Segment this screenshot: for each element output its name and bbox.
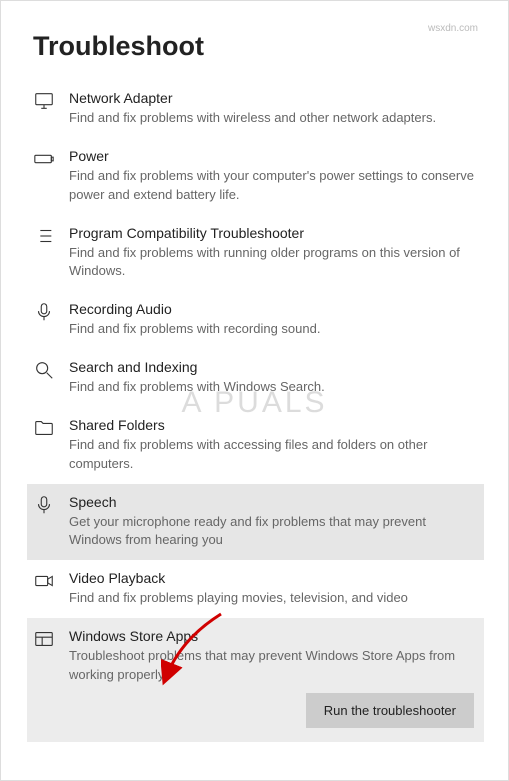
run-troubleshooter-button[interactable]: Run the troubleshooter — [306, 693, 474, 728]
battery-icon — [33, 148, 55, 175]
troubleshooter-recording-audio[interactable]: Recording Audio Find and fix problems wi… — [27, 291, 484, 349]
item-title: Recording Audio — [69, 299, 478, 320]
item-title: Speech — [69, 492, 478, 513]
troubleshooter-windows-store-apps[interactable]: Windows Store Apps Troubleshoot problems… — [27, 618, 484, 742]
list-icon — [33, 225, 55, 252]
item-title: Search and Indexing — [69, 357, 478, 378]
page-title: Troubleshoot — [33, 31, 478, 62]
troubleshooter-search-indexing[interactable]: Search and Indexing Find and fix problem… — [27, 349, 484, 407]
apps-icon — [33, 628, 55, 655]
troubleshooter-speech[interactable]: Speech Get your microphone ready and fix… — [27, 484, 484, 561]
monitor-icon — [33, 90, 55, 117]
item-desc: Find and fix problems with running older… — [69, 244, 478, 282]
source-text: wsxdn.com — [428, 23, 478, 34]
item-desc: Troubleshoot problems that may prevent W… — [69, 647, 478, 685]
item-title: Network Adapter — [69, 88, 478, 109]
search-icon — [33, 359, 55, 386]
video-icon — [33, 570, 55, 597]
item-desc: Find and fix problems with your computer… — [69, 167, 478, 205]
microphone-icon — [33, 301, 55, 328]
item-title: Video Playback — [69, 568, 478, 589]
troubleshooter-program-compatibility[interactable]: Program Compatibility Troubleshooter Fin… — [27, 215, 484, 292]
item-desc: Find and fix problems with accessing fil… — [69, 436, 478, 474]
item-desc: Find and fix problems playing movies, te… — [69, 589, 478, 608]
item-desc: Find and fix problems with recording sou… — [69, 320, 478, 339]
item-title: Windows Store Apps — [69, 626, 478, 647]
item-desc: Find and fix problems with wireless and … — [69, 109, 478, 128]
item-desc: Find and fix problems with Windows Searc… — [69, 378, 478, 397]
microphone-icon — [33, 494, 55, 521]
item-title: Power — [69, 146, 478, 167]
troubleshooter-video-playback[interactable]: Video Playback Find and fix problems pla… — [27, 560, 484, 618]
item-title: Shared Folders — [69, 415, 478, 436]
item-title: Program Compatibility Troubleshooter — [69, 223, 478, 244]
troubleshooter-network-adapter[interactable]: Network Adapter Find and fix problems wi… — [27, 80, 484, 138]
troubleshooter-shared-folders[interactable]: Shared Folders Find and fix problems wit… — [27, 407, 484, 484]
item-desc: Get your microphone ready and fix proble… — [69, 513, 478, 551]
troubleshooter-power[interactable]: Power Find and fix problems with your co… — [27, 138, 484, 215]
folder-icon — [33, 417, 55, 444]
